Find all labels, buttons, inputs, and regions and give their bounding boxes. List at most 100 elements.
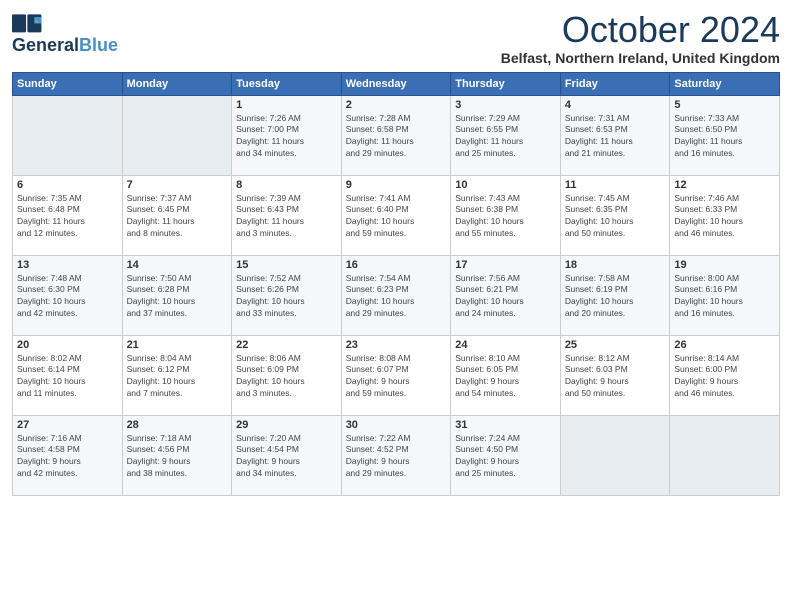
day-info: Sunrise: 7:22 AM Sunset: 4:52 PM Dayligh… bbox=[346, 433, 447, 481]
calendar-cell: 26 Sunrise: 8:14 AM Sunset: 6:00 PM Dayli… bbox=[670, 335, 780, 415]
calendar-cell: 21Sunrise: 8:04 AM Sunset: 6:12 PM Dayli… bbox=[122, 335, 232, 415]
calendar-cell: 9Sunrise: 7:41 AM Sunset: 6:40 PM Daylig… bbox=[341, 175, 451, 255]
weekday-header-wednesday: Wednesday bbox=[341, 72, 451, 95]
calendar-cell: 15Sunrise: 7:52 AM Sunset: 6:26 PM Dayli… bbox=[232, 255, 342, 335]
calendar-cell: 23Sunrise: 8:08 AM Sunset: 6:07 PM Dayli… bbox=[341, 335, 451, 415]
month-title: October 2024 bbox=[501, 10, 780, 50]
calendar-cell: 12 Sunrise: 7:46 AM Sunset: 6:33 PM Dayli… bbox=[670, 175, 780, 255]
logo: General Blue bbox=[12, 14, 118, 56]
day-info: Sunrise: 7:24 AM Sunset: 4:50 PM Dayligh… bbox=[455, 433, 556, 481]
weekday-header-friday: Friday bbox=[560, 72, 670, 95]
day-number: 27 bbox=[17, 419, 118, 431]
day-number: 18 bbox=[565, 259, 666, 271]
calendar-cell: 20 Sunrise: 8:02 AM Sunset: 6:14 PM Dayli… bbox=[13, 335, 123, 415]
calendar-cell: 8 Sunrise: 7:39 AM Sunset: 6:43 PM Daylig… bbox=[232, 175, 342, 255]
day-info: Sunrise: 8:06 AM Sunset: 6:09 PM Dayligh… bbox=[236, 353, 337, 401]
calendar-cell: 1Sunrise: 7:26 AM Sunset: 7:00 PM Daylig… bbox=[232, 95, 342, 175]
week-row-1: 1Sunrise: 7:26 AM Sunset: 7:00 PM Daylig… bbox=[13, 95, 780, 175]
day-number: 3 bbox=[455, 99, 556, 111]
day-info: Sunrise: 7:20 AM Sunset: 4:54 PM Dayligh… bbox=[236, 433, 337, 481]
day-number: 25 bbox=[565, 339, 666, 351]
calendar-cell bbox=[122, 95, 232, 175]
day-number: 16 bbox=[346, 259, 447, 271]
day-info: Sunrise: 7:45 AM Sunset: 6:35 PM Dayligh… bbox=[565, 193, 666, 241]
day-info: Sunrise: 8:04 AM Sunset: 6:12 PM Dayligh… bbox=[127, 353, 228, 401]
day-number: 31 bbox=[455, 419, 556, 431]
day-info: Sunrise: 8:14 AM Sunset: 6:00 PM Dayligh… bbox=[674, 353, 775, 401]
weekday-header-sunday: Sunday bbox=[13, 72, 123, 95]
calendar-cell: 18 Sunrise: 7:58 AM Sunset: 6:19 PM Dayli… bbox=[560, 255, 670, 335]
day-number: 26 bbox=[674, 339, 775, 351]
calendar-cell: 6 Sunrise: 7:35 AM Sunset: 6:48 PM Daylig… bbox=[13, 175, 123, 255]
day-info: Sunrise: 7:26 AM Sunset: 7:00 PM Dayligh… bbox=[236, 113, 337, 161]
calendar-cell: 22 Sunrise: 8:06 AM Sunset: 6:09 PM Dayli… bbox=[232, 335, 342, 415]
header: General Blue October 2024 Belfast, North… bbox=[12, 10, 780, 66]
weekday-header-saturday: Saturday bbox=[670, 72, 780, 95]
day-number: 14 bbox=[127, 259, 228, 271]
day-number: 9 bbox=[346, 179, 447, 191]
week-row-2: 6 Sunrise: 7:35 AM Sunset: 6:48 PM Daylig… bbox=[13, 175, 780, 255]
calendar-cell: 27Sunrise: 7:16 AM Sunset: 4:58 PM Dayli… bbox=[13, 415, 123, 495]
logo-text-blue: Blue bbox=[79, 36, 118, 56]
calendar-cell: 11Sunrise: 7:45 AM Sunset: 6:35 PM Dayli… bbox=[560, 175, 670, 255]
day-number: 5 bbox=[674, 99, 775, 111]
calendar-cell: 4Sunrise: 7:31 AM Sunset: 6:53 PM Daylig… bbox=[560, 95, 670, 175]
day-info: Sunrise: 7:54 AM Sunset: 6:23 PM Dayligh… bbox=[346, 273, 447, 321]
calendar-cell: 16 Sunrise: 7:54 AM Sunset: 6:23 PM Dayli… bbox=[341, 255, 451, 335]
day-info: Sunrise: 7:33 AM Sunset: 6:50 PM Dayligh… bbox=[674, 113, 775, 161]
calendar-cell: 17Sunrise: 7:56 AM Sunset: 6:21 PM Dayli… bbox=[451, 255, 561, 335]
location: Belfast, Northern Ireland, United Kingdo… bbox=[501, 50, 780, 66]
week-row-5: 27Sunrise: 7:16 AM Sunset: 4:58 PM Dayli… bbox=[13, 415, 780, 495]
day-number: 2 bbox=[346, 99, 447, 111]
page: General Blue October 2024 Belfast, North… bbox=[0, 0, 792, 612]
calendar-cell: 25Sunrise: 8:12 AM Sunset: 6:03 PM Dayli… bbox=[560, 335, 670, 415]
calendar-cell bbox=[670, 415, 780, 495]
day-info: Sunrise: 7:56 AM Sunset: 6:21 PM Dayligh… bbox=[455, 273, 556, 321]
calendar-cell bbox=[13, 95, 123, 175]
calendar-cell: 3 Sunrise: 7:29 AM Sunset: 6:55 PM Daylig… bbox=[451, 95, 561, 175]
calendar-cell: 31 Sunrise: 7:24 AM Sunset: 4:50 PM Dayli… bbox=[451, 415, 561, 495]
day-info: Sunrise: 7:50 AM Sunset: 6:28 PM Dayligh… bbox=[127, 273, 228, 321]
day-number: 28 bbox=[127, 419, 228, 431]
week-row-3: 13 Sunrise: 7:48 AM Sunset: 6:30 PM Dayli… bbox=[13, 255, 780, 335]
weekday-header-thursday: Thursday bbox=[451, 72, 561, 95]
day-number: 20 bbox=[17, 339, 118, 351]
calendar-cell: 30 Sunrise: 7:22 AM Sunset: 4:52 PM Dayli… bbox=[341, 415, 451, 495]
day-info: Sunrise: 7:39 AM Sunset: 6:43 PM Dayligh… bbox=[236, 193, 337, 241]
calendar-cell: 19 Sunrise: 8:00 AM Sunset: 6:16 PM Dayli… bbox=[670, 255, 780, 335]
day-info: Sunrise: 7:37 AM Sunset: 6:45 PM Dayligh… bbox=[127, 193, 228, 241]
day-info: Sunrise: 7:35 AM Sunset: 6:48 PM Dayligh… bbox=[17, 193, 118, 241]
day-number: 22 bbox=[236, 339, 337, 351]
weekday-header-monday: Monday bbox=[122, 72, 232, 95]
day-info: Sunrise: 8:10 AM Sunset: 6:05 PM Dayligh… bbox=[455, 353, 556, 401]
day-info: Sunrise: 7:48 AM Sunset: 6:30 PM Dayligh… bbox=[17, 273, 118, 321]
day-number: 6 bbox=[17, 179, 118, 191]
day-info: Sunrise: 8:02 AM Sunset: 6:14 PM Dayligh… bbox=[17, 353, 118, 401]
calendar-cell: 24 Sunrise: 8:10 AM Sunset: 6:05 PM Dayli… bbox=[451, 335, 561, 415]
day-info: Sunrise: 7:52 AM Sunset: 6:26 PM Dayligh… bbox=[236, 273, 337, 321]
day-number: 8 bbox=[236, 179, 337, 191]
calendar-cell: 28 Sunrise: 7:18 AM Sunset: 4:56 PM Dayli… bbox=[122, 415, 232, 495]
day-info: Sunrise: 7:28 AM Sunset: 6:58 PM Dayligh… bbox=[346, 113, 447, 161]
calendar-cell: 7 Sunrise: 7:37 AM Sunset: 6:45 PM Daylig… bbox=[122, 175, 232, 255]
day-info: Sunrise: 7:29 AM Sunset: 6:55 PM Dayligh… bbox=[455, 113, 556, 161]
day-number: 12 bbox=[674, 179, 775, 191]
day-number: 30 bbox=[346, 419, 447, 431]
day-info: Sunrise: 7:18 AM Sunset: 4:56 PM Dayligh… bbox=[127, 433, 228, 481]
calendar-cell: 13 Sunrise: 7:48 AM Sunset: 6:30 PM Dayli… bbox=[13, 255, 123, 335]
day-number: 23 bbox=[346, 339, 447, 351]
day-number: 10 bbox=[455, 179, 556, 191]
calendar-table: SundayMondayTuesdayWednesdayThursdayFrid… bbox=[12, 72, 780, 496]
day-info: Sunrise: 7:46 AM Sunset: 6:33 PM Dayligh… bbox=[674, 193, 775, 241]
header-row: SundayMondayTuesdayWednesdayThursdayFrid… bbox=[13, 72, 780, 95]
day-info: Sunrise: 8:00 AM Sunset: 6:16 PM Dayligh… bbox=[674, 273, 775, 321]
calendar-cell: 10Sunrise: 7:43 AM Sunset: 6:38 PM Dayli… bbox=[451, 175, 561, 255]
day-number: 24 bbox=[455, 339, 556, 351]
day-number: 7 bbox=[127, 179, 228, 191]
day-number: 4 bbox=[565, 99, 666, 111]
day-info: Sunrise: 7:58 AM Sunset: 6:19 PM Dayligh… bbox=[565, 273, 666, 321]
calendar-cell: 14 Sunrise: 7:50 AM Sunset: 6:28 PM Dayli… bbox=[122, 255, 232, 335]
day-number: 13 bbox=[17, 259, 118, 271]
calendar-cell: 29Sunrise: 7:20 AM Sunset: 4:54 PM Dayli… bbox=[232, 415, 342, 495]
day-number: 19 bbox=[674, 259, 775, 271]
